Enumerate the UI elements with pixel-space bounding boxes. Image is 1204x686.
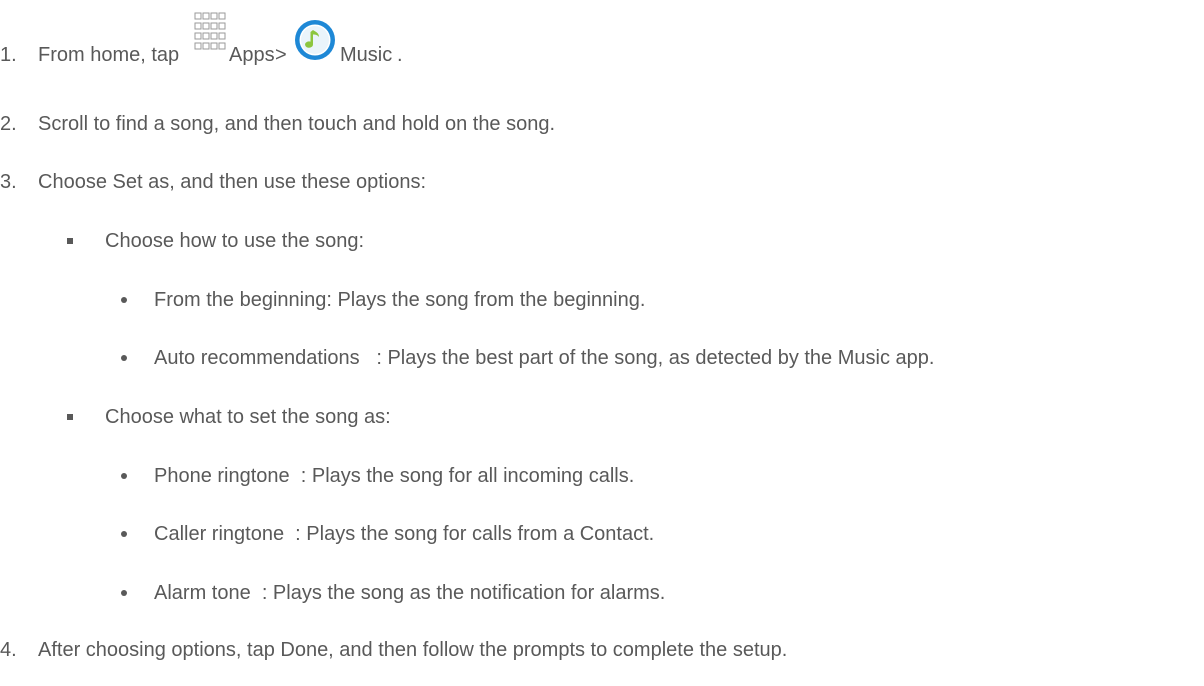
music-label: Music: [340, 44, 393, 66]
apps-grid-icon: [194, 12, 226, 50]
round-bullet-icon: [121, 297, 127, 303]
round-bullet-icon: [121, 473, 127, 479]
step-1-suffix: .: [397, 44, 403, 66]
separator: >: [275, 44, 287, 66]
option-item-text: Alarm tone : Plays the song as the notif…: [154, 582, 666, 604]
step-text: Choose Set as, and then use these option…: [38, 171, 427, 193]
round-bullet-icon: [121, 590, 127, 596]
round-bullet-icon: [121, 355, 127, 361]
step-1-prefix: From home, tap: [38, 44, 180, 66]
option-item-text: Caller ringtone : Plays the song for cal…: [154, 523, 655, 545]
step-number: 2.: [0, 113, 17, 135]
step-number: 3.: [0, 171, 17, 193]
apps-label: Apps: [229, 44, 275, 66]
step-number: 1.: [0, 44, 17, 66]
step-text: After choosing options, tap Done, and th…: [38, 639, 788, 661]
step-text: Scroll to find a song, and then touch an…: [38, 113, 556, 135]
option-item-text: Phone ringtone : Plays the song for all …: [154, 465, 635, 487]
option-text: Choose what to set the song as:: [105, 406, 391, 428]
round-bullet-icon: [121, 531, 127, 537]
option-item-text: Auto recommendations : Plays the best pa…: [154, 347, 935, 369]
step-number: 4.: [0, 639, 17, 661]
square-bullet-icon: [67, 414, 73, 420]
music-note-icon: [295, 20, 335, 60]
option-text: Choose how to use the song:: [105, 230, 365, 252]
option-item-text: From the beginning: Plays the song from …: [154, 289, 646, 311]
square-bullet-icon: [67, 238, 73, 244]
